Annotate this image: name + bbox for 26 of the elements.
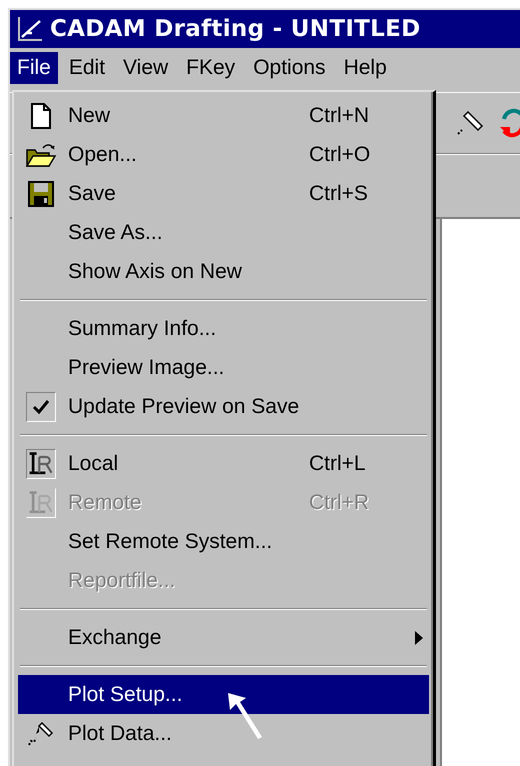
menu-item[interactable]: Summary Info... — [18, 309, 429, 348]
menu-bar-item[interactable]: Options — [246, 52, 333, 84]
menu-item[interactable]: Exchange — [18, 618, 429, 657]
app-logo-icon — [16, 15, 44, 43]
plotter-pen-icon — [28, 722, 54, 746]
menu-bar-item[interactable]: File — [10, 52, 58, 84]
submenu-arrow-icon — [415, 630, 423, 644]
menu-item[interactable]: Preview Image... — [18, 348, 429, 387]
window-title: CADAM Drafting - UNTITLED — [50, 16, 421, 42]
menu-item[interactable]: Plot Data... — [18, 714, 429, 753]
menu-item[interactable]: New Ctrl+N — [18, 96, 429, 135]
menu-bar-item[interactable]: Edit — [62, 52, 112, 84]
mouse-pointer-icon — [228, 693, 262, 739]
check-mark-icon — [32, 398, 50, 414]
blank-page-icon — [29, 102, 53, 128]
menu-bar-item[interactable]: FKey — [179, 52, 242, 84]
menu-bar-item[interactable]: Help — [336, 52, 394, 84]
menu-item[interactable]: Set Remote System... — [18, 522, 429, 561]
menu-item[interactable]: Open... Ctrl+O — [18, 135, 429, 174]
menu-item[interactable]: Update Preview on Save — [18, 387, 429, 426]
open-folder-icon — [25, 142, 57, 168]
menu-item[interactable]: Local Ctrl+L — [18, 444, 429, 483]
menu-item[interactable]: Save As... — [18, 213, 429, 252]
menu-bar-item[interactable]: View — [116, 52, 176, 84]
menu-item[interactable]: Show Axis on New — [18, 252, 429, 291]
menu-item[interactable]: Save Ctrl+S — [18, 174, 429, 213]
